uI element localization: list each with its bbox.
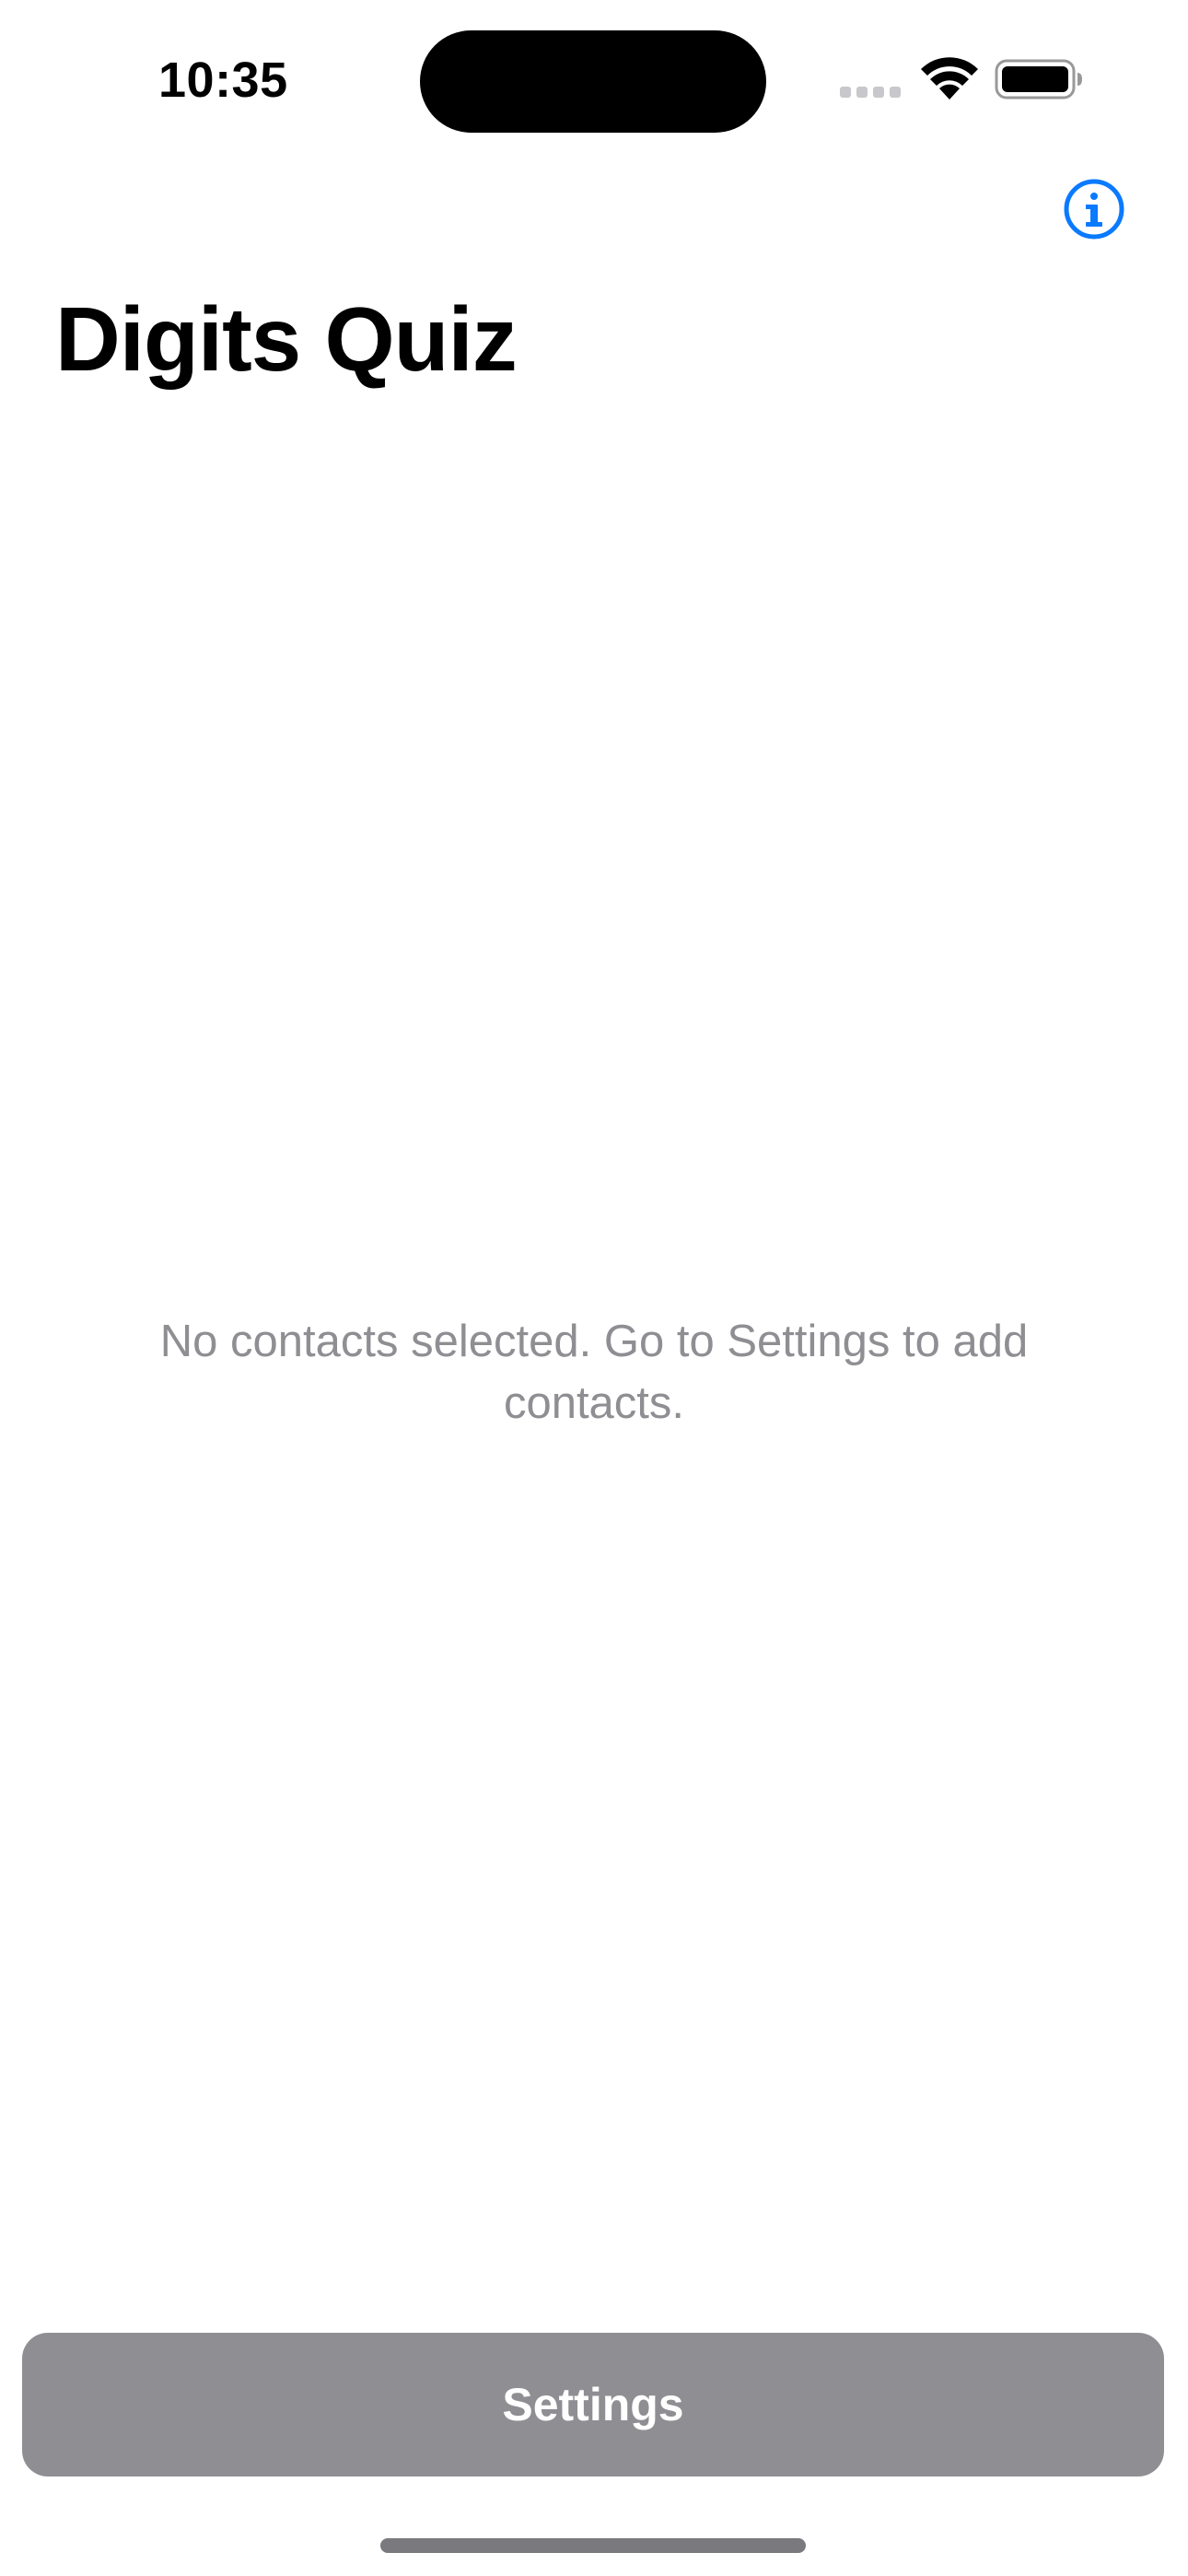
settings-button[interactable]: Settings	[22, 2333, 1164, 2476]
info-button[interactable]	[1064, 179, 1124, 240]
page-title: Digits Quiz	[55, 288, 518, 390]
cellular-signal-icon	[840, 87, 903, 98]
wifi-icon	[921, 57, 978, 100]
home-indicator[interactable]	[380, 2538, 806, 2553]
battery-icon	[995, 59, 1082, 100]
info-circle-icon	[1064, 179, 1124, 240]
empty-state-message: No contacts selected. Go to Settings to …	[159, 1317, 1029, 1428]
status-time: 10:35	[158, 53, 288, 108]
dynamic-island	[420, 30, 766, 133]
